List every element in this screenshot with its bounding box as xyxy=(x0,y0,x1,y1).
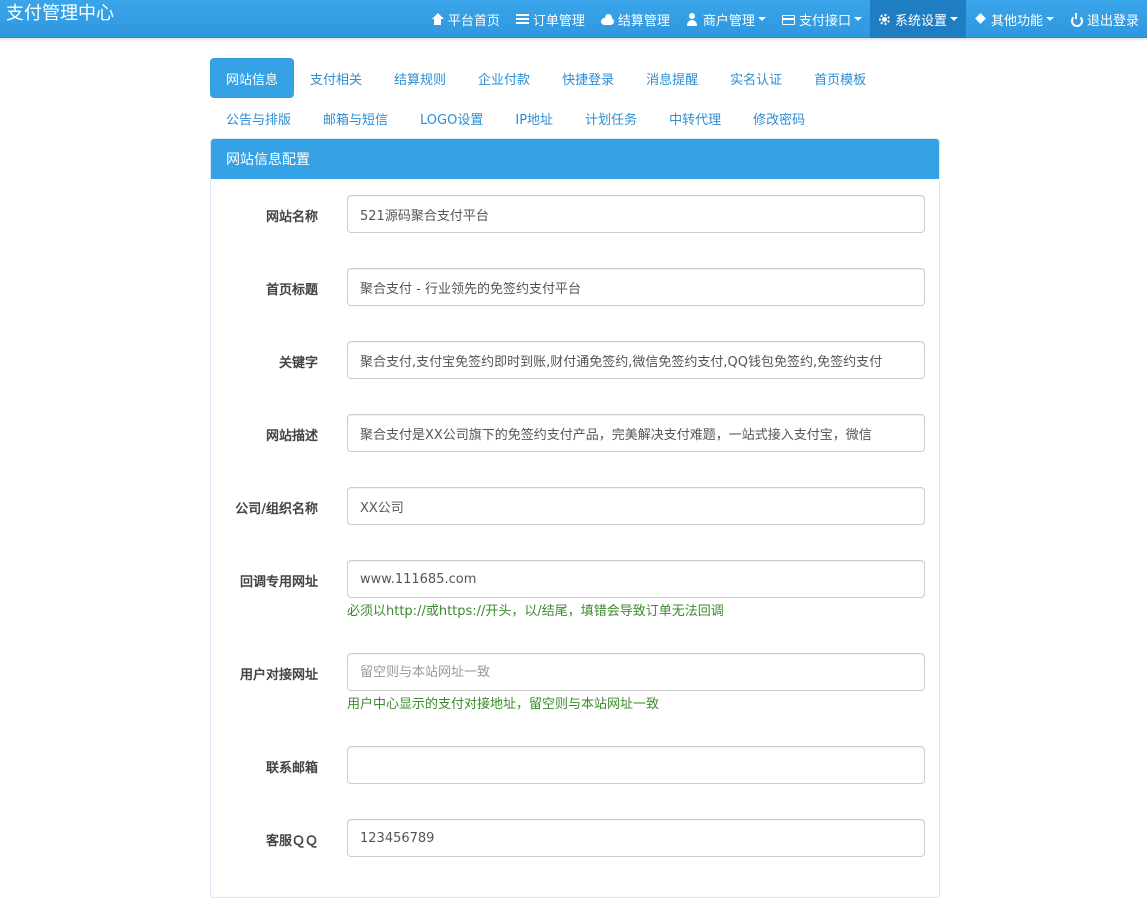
field-label: 联系邮箱 xyxy=(265,761,318,776)
nav-item-other[interactable]: 其他功能 xyxy=(966,0,1062,38)
tab-enterprise-payment[interactable]: 企业付款 xyxy=(462,58,546,98)
nav-item-payment-api[interactable]: 支付接口 xyxy=(774,0,870,38)
tab-change-password[interactable]: 修改密码 xyxy=(737,98,821,138)
tab-announcements[interactable]: 公告与排版 xyxy=(210,98,307,138)
cloud-icon xyxy=(600,13,614,26)
cube-icon xyxy=(974,13,987,26)
nav-item-label: 支付接口 xyxy=(798,13,851,29)
tab-proxy[interactable]: 中转代理 xyxy=(653,98,737,138)
keywords-input[interactable] xyxy=(347,341,925,379)
site-info-panel: 网站信息配置 网站名称 首页标题 关键字 网站描述 公司/组织名称 回调专用网址… xyxy=(210,138,940,898)
tab-homepage-template[interactable]: 首页模板 xyxy=(798,58,882,98)
tab-logo[interactable]: LOGO设置 xyxy=(404,98,499,138)
field-label: 首页标题 xyxy=(265,283,318,298)
field-label: 用户对接网址 xyxy=(239,668,318,683)
nav-menu: 平台首页 订单管理 结算管理 商户管理 支付接口 系统设置 其他功能 退出登录 xyxy=(423,0,1147,38)
tab-notifications[interactable]: 消息提醒 xyxy=(630,58,714,98)
home-title-input[interactable] xyxy=(347,268,925,306)
nav-item-label: 系统设置 xyxy=(894,13,947,29)
field-label: 客服ＱＱ xyxy=(265,834,318,849)
field-label: 回调专用网址 xyxy=(239,575,318,590)
tab-row: 网站信息 支付相关 结算规则 企业付款 快捷登录 消息提醒 实名认证 首页模板 xyxy=(210,58,940,98)
nav-item-label: 退出登录 xyxy=(1086,13,1139,29)
nav-item-home[interactable]: 平台首页 xyxy=(423,0,508,38)
user-api-url-help: 用户中心显示的支付对接地址，留空则与本站网址一致 xyxy=(347,697,660,712)
field-label: 网站描述 xyxy=(265,429,318,444)
nav-item-settlement[interactable]: 结算管理 xyxy=(593,0,678,38)
nav-item-label: 订单管理 xyxy=(532,13,585,29)
support-qq-input[interactable] xyxy=(347,819,925,857)
nav-item-label: 其他功能 xyxy=(990,13,1043,29)
power-icon xyxy=(1070,12,1083,27)
nav-item-label: 商户管理 xyxy=(702,13,755,29)
nav-item-logout[interactable]: 退出登录 xyxy=(1062,0,1147,38)
site-name-input[interactable] xyxy=(347,195,925,233)
company-name-input[interactable] xyxy=(347,487,925,525)
settings-tabs: 网站信息 支付相关 结算规则 企业付款 快捷登录 消息提醒 实名认证 首页模板 … xyxy=(210,58,940,138)
tab-ip-address[interactable]: IP地址 xyxy=(499,98,569,138)
field-label: 公司/组织名称 xyxy=(235,502,318,517)
tab-scheduled-tasks[interactable]: 计划任务 xyxy=(569,98,653,138)
tab-row: 公告与排版 邮箱与短信 LOGO设置 IP地址 计划任务 中转代理 修改密码 xyxy=(210,98,940,138)
tab-email-sms[interactable]: 邮箱与短信 xyxy=(307,98,404,138)
top-navbar: 支付管理中心 平台首页 订单管理 结算管理 商户管理 支付接口 系统设置 其他功… xyxy=(0,0,1147,38)
tab-verification[interactable]: 实名认证 xyxy=(714,58,798,98)
description-input[interactable] xyxy=(347,414,925,452)
nav-item-label: 平台首页 xyxy=(447,13,500,29)
nav-item-label: 结算管理 xyxy=(617,13,670,29)
tab-payment[interactable]: 支付相关 xyxy=(294,58,378,98)
callback-url-help: 必须以http://或https://开头，以/结尾，填错会导致订单无法回调 xyxy=(347,604,724,619)
list-icon xyxy=(515,13,529,26)
tab-site-info[interactable]: 网站信息 xyxy=(210,58,295,98)
tab-settlement-rules[interactable]: 结算规则 xyxy=(378,58,462,98)
user-icon xyxy=(686,12,699,26)
caret-down-icon xyxy=(757,17,766,21)
caret-down-icon xyxy=(853,17,862,21)
field-label: 网站名称 xyxy=(265,210,318,225)
contact-email-input[interactable] xyxy=(347,746,925,784)
nav-item-orders[interactable]: 订单管理 xyxy=(508,0,593,38)
caret-down-icon xyxy=(1045,17,1054,21)
gear-icon xyxy=(878,13,891,26)
card-icon xyxy=(781,13,795,26)
nav-item-system-settings[interactable]: 系统设置 xyxy=(869,0,966,38)
nav-item-merchants[interactable]: 商户管理 xyxy=(678,0,774,38)
caret-down-icon xyxy=(949,17,958,21)
home-icon xyxy=(431,12,444,26)
user-api-url-input[interactable] xyxy=(347,653,925,691)
brand-title[interactable]: 支付管理中心 xyxy=(6,3,114,25)
callback-url-input[interactable] xyxy=(347,560,925,598)
tab-quick-login[interactable]: 快捷登录 xyxy=(546,58,630,98)
panel-title: 网站信息配置 xyxy=(211,139,939,179)
field-label: 关键字 xyxy=(278,356,318,371)
